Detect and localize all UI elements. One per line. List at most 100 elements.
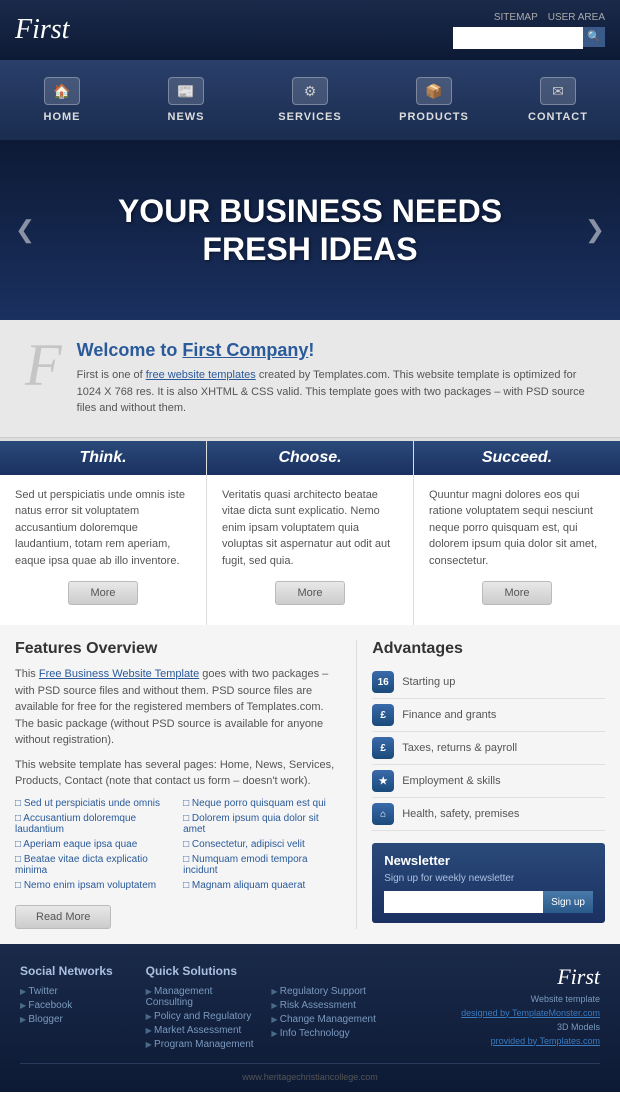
header: First SITEMAP USER AREA 🔍 [0,0,620,60]
footer-social: Social Networks Twitter Facebook Blogger [20,964,136,1053]
footer-extra: Regulatory Support Risk Assessment Chang… [271,964,387,1053]
newsletter-email-input[interactable] [384,891,543,913]
succeed-header: Succeed. [414,441,620,475]
footer-tagline1: Website template [397,994,600,1004]
succeed-text: Quuntur magni dolores eos qui ratione vo… [429,487,605,570]
footer-solutions-title: Quick Solutions [146,964,262,978]
nav-contact-label: CONTACT [528,111,588,123]
list-item[interactable]: Dolorem ipsum quia dolor sit amet [183,813,341,835]
nav-home[interactable]: 🏠 HOME [0,77,124,123]
services-icon: ⚙ [292,77,328,105]
nav-products-label: PRODUCTS [399,111,469,123]
col-choose: Choose. Veritatis quasi architecto beata… [207,441,414,626]
footer-link[interactable]: Risk Assessment [271,1000,387,1011]
templates-com-link[interactable]: provided by Templates.com [491,1036,600,1046]
footer-link[interactable]: Blogger [20,1014,136,1025]
list-item[interactable]: Aperiam eaque ipsa quae [15,839,173,850]
company-link[interactable]: First Company [182,340,308,360]
adv-label-2: Finance and grants [402,709,496,721]
welcome-heading: Welcome to First Company! [77,340,595,361]
features-section: Features Overview This Free Business Web… [15,640,357,929]
features-lists: Sed ut perspiciatis unde omnis Accusanti… [15,798,341,895]
welcome-content: Welcome to First Company! First is one o… [77,340,595,417]
adv-label-5: Health, safety, premises [402,808,519,820]
read-more-btn[interactable]: Read More [15,905,111,929]
logo[interactable]: First [15,14,69,46]
features-para1: This Free Business Website Template goes… [15,666,341,749]
newsletter-title: Newsletter [384,853,593,868]
adv-item-3: £ Taxes, returns & payroll [372,732,605,765]
col-succeed: Succeed. Quuntur magni dolores eos qui r… [414,441,620,626]
footer-logo: First [397,964,600,990]
footer-link[interactable]: Twitter [20,986,136,997]
welcome-section: F Welcome to First Company! First is one… [0,320,620,438]
footer-link[interactable]: Change Management [271,1014,387,1025]
list-item[interactable]: Neque porro quisquam est qui [183,798,341,809]
features-row: Features Overview This Free Business Web… [0,625,620,944]
adv-label-3: Taxes, returns & payroll [402,742,517,754]
nav-home-label: HOME [44,111,81,123]
hero-prev-arrow[interactable]: ❮ [15,216,35,245]
newsletter-form: Sign up [384,891,593,913]
think-text: Sed ut perspiciatis unde omnis iste natu… [15,487,191,570]
adv-label-1: Starting up [402,676,455,688]
main-nav: 🏠 HOME 📰 NEWS ⚙ SERVICES 📦 PRODUCTS ✉ CO… [0,60,620,140]
templates-link[interactable]: free website templates [146,369,256,381]
footer-link[interactable]: Info Technology [271,1028,387,1039]
search-button[interactable]: 🔍 [583,27,605,47]
advantages-section: Advantages 16 Starting up £ Finance and … [357,640,605,929]
adv-icon-3: £ [372,737,394,759]
features-link[interactable]: Free Business Website Template [39,668,199,680]
nav-services-label: SERVICES [278,111,341,123]
footer-link[interactable]: Policy and Regulatory [146,1011,262,1022]
list-item[interactable]: Consectetur, adipisci velit [183,839,341,850]
list-item[interactable]: Accusantium doloremque laudantium [15,813,173,835]
adv-item-4: ★ Employment & skills [372,765,605,798]
choose-header: Choose. [207,441,413,475]
header-links: SITEMAP USER AREA [494,12,605,23]
footer-link[interactable]: Facebook [20,1000,136,1011]
hero-next-arrow[interactable]: ❯ [585,216,605,245]
products-icon: 📦 [416,77,452,105]
nav-services[interactable]: ⚙ SERVICES [248,77,372,123]
newsletter-box: Newsletter Sign up for weekly newsletter… [372,843,605,923]
footer-link[interactable]: Regulatory Support [271,986,387,997]
features-list-right: Neque porro quisquam est qui Dolorem ips… [183,798,341,895]
nav-products[interactable]: 📦 PRODUCTS [372,77,496,123]
search-bar: 🔍 [453,27,605,49]
list-item[interactable]: Nemo enim ipsam voluptatem [15,880,173,891]
succeed-more-btn[interactable]: More [482,581,552,605]
hero-headline: YOUR BUSINESS NEEDS FRESH IDEAS [118,192,502,269]
think-more-btn[interactable]: More [68,581,138,605]
contact-icon: ✉ [540,77,576,105]
sitemap-link[interactable]: SITEMAP [494,12,538,23]
features-title: Features Overview [15,640,341,658]
adv-item-1: 16 Starting up [372,666,605,699]
nav-contact[interactable]: ✉ CONTACT [496,77,620,123]
list-item[interactable]: Sed ut perspiciatis unde omnis [15,798,173,809]
search-input[interactable] [453,27,583,49]
adv-item-2: £ Finance and grants [372,699,605,732]
footer-link[interactable]: Program Management [146,1039,262,1050]
hero-text: YOUR BUSINESS NEEDS FRESH IDEAS [118,192,502,269]
newsletter-signup-btn[interactable]: Sign up [543,891,593,913]
footer-extra-title [271,964,387,978]
col-think: Think. Sed ut perspiciatis unde omnis is… [0,441,207,626]
user-area-link[interactable]: USER AREA [548,12,605,23]
choose-more-btn[interactable]: More [275,581,345,605]
adv-icon-2: £ [372,704,394,726]
footer-watermark: www.heritagechristiancollege.com [20,1072,600,1082]
nav-news[interactable]: 📰 NEWS [124,77,248,123]
template-monster-link[interactable]: designed by TemplateMonster.com [461,1008,600,1018]
header-right: SITEMAP USER AREA 🔍 [453,12,605,49]
features-para2: This website template has several pages:… [15,757,341,790]
welcome-letter: F [25,335,62,395]
advantages-title: Advantages [372,640,605,658]
three-col-section: Think. Sed ut perspiciatis unde omnis is… [0,438,620,626]
think-header: Think. [0,441,206,475]
footer-link[interactable]: Management Consulting [146,986,262,1008]
list-item[interactable]: Beatae vitae dicta explicatio minima [15,854,173,876]
list-item[interactable]: Numquam emodi tempora incidunt [183,854,341,876]
footer-link[interactable]: Market Assessment [146,1025,262,1036]
list-item[interactable]: Magnam aliquam quaerat [183,880,341,891]
